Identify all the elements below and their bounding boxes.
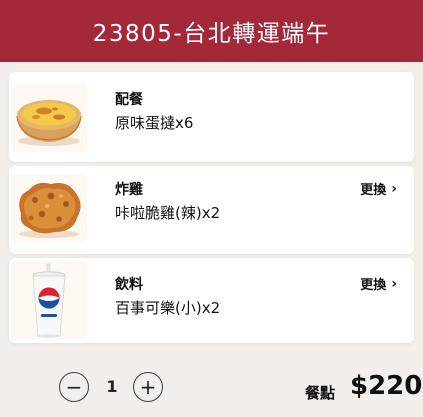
meal-item-card: 炸雞 咔啦脆雞(辣)x2 更換 › (9, 166, 414, 254)
item-name: 百事可樂(小)x2 (115, 299, 221, 317)
total-label: 餐點 (305, 384, 336, 402)
quantity-value: 1 (106, 377, 118, 396)
change-label: 更換 (360, 183, 387, 198)
item-category-label: 飲料 (115, 277, 143, 293)
quantity-increase-button[interactable]: + (133, 372, 163, 402)
quantity-decrease-button[interactable]: − (59, 372, 89, 402)
change-item-button[interactable]: 更換 › (360, 274, 397, 294)
chevron-right-icon: › (391, 180, 397, 197)
total-price: $220 (350, 371, 423, 401)
item-category-label: 炸雞 (115, 182, 143, 198)
item-name: 原味蛋撻x6 (115, 114, 194, 132)
header-bar: 23805-台北轉運端午 (0, 0, 423, 62)
order-footer: − 1 + 餐點 $220 (0, 360, 423, 417)
meal-item-card: 配餐 原味蛋撻x6 (9, 72, 414, 162)
item-category-label: 配餐 (115, 92, 143, 108)
change-label: 更換 (360, 278, 387, 293)
page-title: 23805-台北轉運端午 (92, 21, 331, 47)
change-item-button[interactable]: 更換 › (360, 179, 397, 199)
fried-chicken-icon (11, 174, 87, 242)
chevron-right-icon: › (391, 275, 397, 292)
meal-item-card: 飲料 百事可樂(小)x2 更換 › (9, 258, 414, 343)
pepsi-cup-icon (11, 262, 87, 340)
egg-tart-icon (11, 84, 87, 152)
item-name: 咔啦脆雞(辣)x2 (115, 204, 221, 222)
